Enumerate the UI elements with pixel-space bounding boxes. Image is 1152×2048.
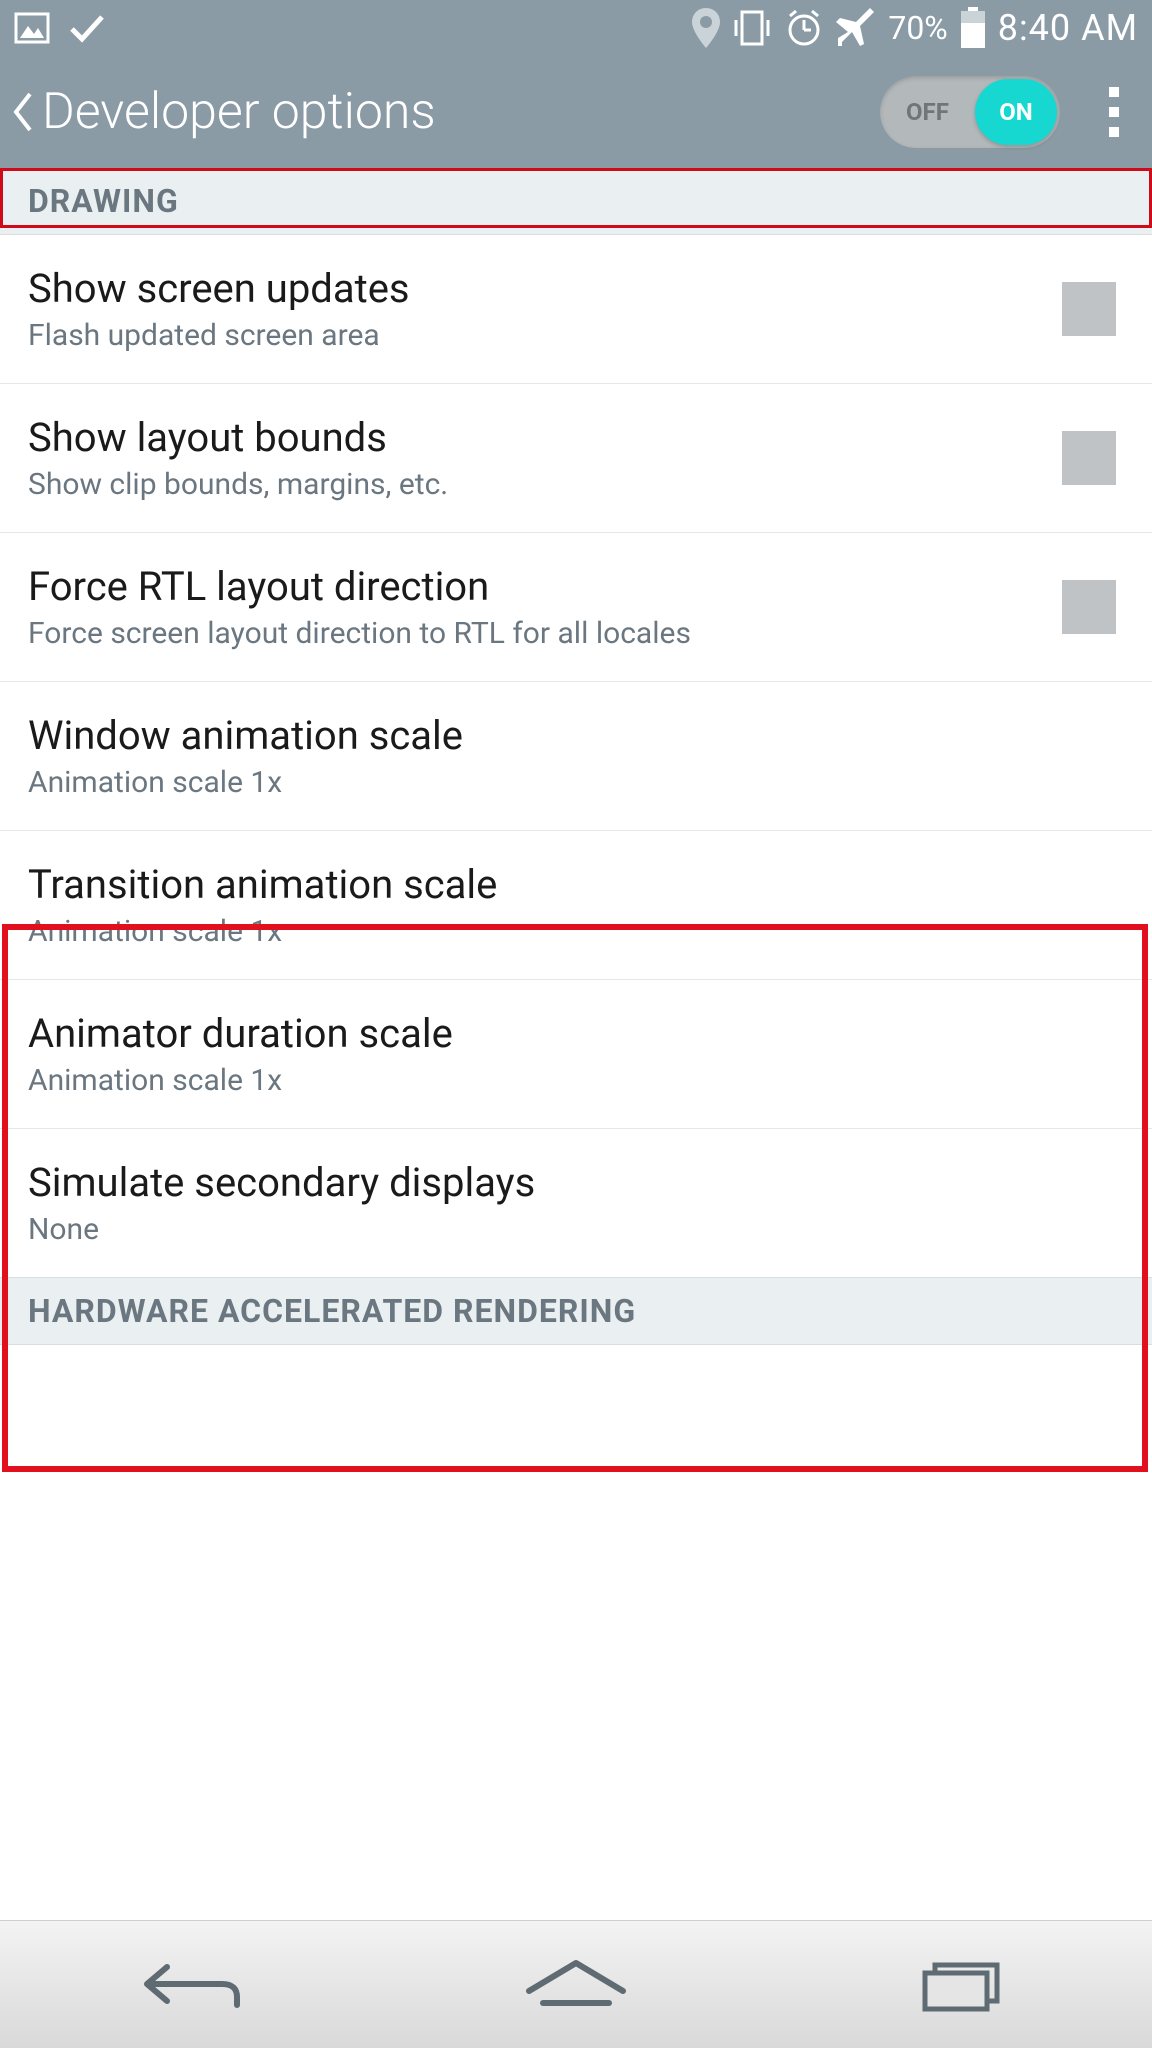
row-sub: Animation scale 1x: [28, 765, 1116, 800]
row-force-rtl[interactable]: Force RTL layout direction Force screen …: [0, 533, 1152, 682]
page-title: Developer options: [42, 83, 880, 141]
row-title: Transition animation scale: [28, 861, 1116, 908]
row-title: Simulate secondary displays: [28, 1159, 1116, 1206]
nav-back-button[interactable]: [112, 1950, 272, 2020]
row-show-screen-updates[interactable]: Show screen updates Flash updated screen…: [0, 235, 1152, 384]
gallery-icon: [14, 12, 50, 44]
row-title: Show layout bounds: [28, 414, 1062, 461]
row-sub: Show clip bounds, margins, etc.: [28, 467, 1062, 502]
overflow-menu-button[interactable]: [1084, 87, 1144, 137]
nav-home-button[interactable]: [496, 1950, 656, 2020]
row-sub: Animation scale 1x: [28, 1063, 1116, 1098]
airplane-icon: [836, 8, 876, 48]
back-button[interactable]: [8, 87, 36, 137]
row-animator-duration-scale[interactable]: Animator duration scale Animation scale …: [0, 980, 1152, 1129]
row-title: Show screen updates: [28, 265, 1062, 312]
checkbox-show-screen-updates[interactable]: [1062, 282, 1116, 336]
row-title: Force RTL layout direction: [28, 563, 1062, 610]
row-sub: Animation scale 1x: [28, 914, 1116, 949]
row-transition-animation-scale[interactable]: Transition animation scale Animation sca…: [0, 831, 1152, 980]
toggle-on-knob: ON: [975, 79, 1057, 145]
status-bar: 70% 8:40 AM: [0, 0, 1152, 56]
battery-percent: 70%: [888, 9, 947, 47]
vibrate-icon: [732, 8, 772, 48]
row-simulate-secondary-displays[interactable]: Simulate secondary displays None: [0, 1129, 1152, 1277]
check-icon: [68, 13, 106, 43]
checkbox-show-layout-bounds[interactable]: [1062, 431, 1116, 485]
app-header: Developer options OFF ON: [0, 56, 1152, 168]
toggle-off-label: OFF: [906, 98, 949, 126]
battery-icon: [960, 7, 986, 49]
section-header-drawing: DRAWING: [0, 168, 1152, 235]
checkbox-force-rtl[interactable]: [1062, 580, 1116, 634]
dev-options-toggle[interactable]: OFF ON: [880, 76, 1060, 148]
row-show-layout-bounds[interactable]: Show layout bounds Show clip bounds, mar…: [0, 384, 1152, 533]
row-title: Animator duration scale: [28, 1010, 1116, 1057]
row-sub: Flash updated screen area: [28, 318, 1062, 353]
navigation-bar: [0, 1920, 1152, 2048]
row-sub: None: [28, 1212, 1116, 1247]
alarm-icon: [784, 8, 824, 48]
row-title: Window animation scale: [28, 712, 1116, 759]
nav-recent-button[interactable]: [880, 1950, 1040, 2020]
row-sub: Force screen layout direction to RTL for…: [28, 616, 1062, 651]
clock-time: 8:40 AM: [998, 7, 1138, 49]
row-window-animation-scale[interactable]: Window animation scale Animation scale 1…: [0, 682, 1152, 831]
section-header-hardware: HARDWARE ACCELERATED RENDERING: [0, 1277, 1152, 1345]
location-icon: [692, 8, 720, 48]
